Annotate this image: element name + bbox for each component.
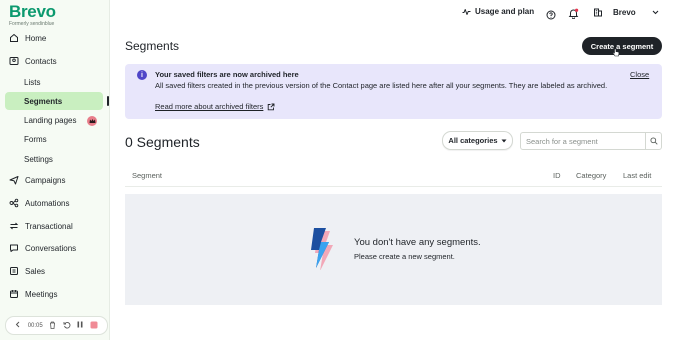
sidebar-item-sales[interactable]: Sales bbox=[0, 262, 104, 280]
pause-icon[interactable] bbox=[77, 321, 83, 330]
sidebar-item-label: Contacts bbox=[25, 56, 57, 66]
sidebar-item-forms[interactable]: Forms bbox=[0, 130, 104, 148]
trash-icon[interactable] bbox=[49, 321, 56, 331]
sidebar-item-lists[interactable]: Lists bbox=[0, 73, 104, 91]
info-icon: i bbox=[137, 70, 147, 80]
recording-toolbar: 00:05 bbox=[5, 316, 108, 335]
home-icon bbox=[9, 33, 19, 43]
empty-state-subtitle: Please create a new segment. bbox=[354, 252, 455, 261]
sidebar-item-label: Campaigns bbox=[25, 175, 66, 185]
banner-title: Your saved filters are now archived here bbox=[155, 70, 299, 79]
external-link-icon bbox=[268, 103, 275, 110]
column-header-category[interactable]: Category bbox=[576, 171, 606, 180]
building-icon bbox=[594, 8, 602, 17]
banner-body: All saved filters created in the previou… bbox=[155, 81, 608, 90]
sidebar-item-contacts[interactable]: Contacts bbox=[0, 52, 104, 70]
create-segment-button[interactable]: Create a segment bbox=[582, 37, 662, 55]
notifications-bell-icon[interactable] bbox=[568, 6, 579, 24]
sidebar-item-settings[interactable]: Settings bbox=[0, 150, 104, 168]
sidebar-item-label: Home bbox=[25, 33, 47, 43]
crown-icon bbox=[87, 116, 97, 126]
transactional-icon bbox=[9, 221, 19, 231]
sidebar-item-label: Forms bbox=[24, 134, 47, 144]
link-label: Read more about archived filters bbox=[155, 102, 264, 111]
send-icon bbox=[9, 175, 19, 185]
column-header-id[interactable]: ID bbox=[553, 171, 561, 180]
sidebar-item-segments[interactable]: Segments bbox=[5, 92, 103, 110]
usage-label: Usage and plan bbox=[475, 7, 535, 16]
restart-icon[interactable] bbox=[63, 321, 71, 331]
sidebar-item-label: Meetings bbox=[25, 289, 58, 299]
active-indicator bbox=[107, 96, 109, 106]
contacts-icon bbox=[9, 56, 19, 66]
chat-icon bbox=[9, 243, 19, 253]
segment-search bbox=[520, 132, 662, 150]
sidebar-item-label: Conversations bbox=[25, 243, 77, 253]
sales-icon bbox=[9, 266, 19, 276]
category-label: All categories bbox=[448, 136, 498, 145]
organization-menu[interactable]: Brevo bbox=[593, 7, 659, 17]
sidebar-item-automations[interactable]: Automations bbox=[0, 194, 104, 212]
sidebar-item-label: Sales bbox=[25, 266, 46, 276]
sidebar-item-label: Segments bbox=[24, 96, 63, 106]
sidebar-item-conversations[interactable]: Conversations bbox=[0, 239, 104, 257]
hand-cursor-icon bbox=[612, 44, 620, 62]
stop-icon[interactable] bbox=[90, 321, 98, 331]
brand-logo[interactable]: Brevo Formerly sendinblue bbox=[9, 2, 56, 28]
archived-filters-link[interactable]: Read more about archived filters bbox=[155, 102, 275, 111]
recording-time: 00:05 bbox=[27, 322, 43, 329]
sidebar-item-label: Lists bbox=[24, 77, 41, 87]
segments-count-title: 0 Segments bbox=[125, 134, 200, 150]
chevron-left-icon[interactable] bbox=[15, 321, 21, 330]
search-icon[interactable] bbox=[645, 133, 661, 149]
sidebar: Brevo Formerly sendinblue Home Contacts … bbox=[0, 0, 110, 340]
calendar-icon bbox=[9, 289, 19, 299]
close-banner-link[interactable]: Close bbox=[630, 70, 649, 79]
sidebar-item-label: Transactional bbox=[25, 221, 73, 231]
caret-down-icon bbox=[501, 139, 507, 142]
page-title: Segments bbox=[125, 39, 180, 53]
column-header-segment[interactable]: Segment bbox=[132, 171, 162, 180]
help-icon[interactable] bbox=[546, 7, 556, 25]
table-divider bbox=[125, 186, 662, 187]
sidebar-item-meetings[interactable]: Meetings bbox=[0, 285, 104, 303]
sidebar-item-label: Landing pages bbox=[24, 115, 77, 125]
archived-filters-banner: i Your saved filters are now archived he… bbox=[125, 64, 662, 119]
sidebar-item-home[interactable]: Home bbox=[0, 29, 104, 47]
usage-and-plan-button[interactable]: Usage and plan bbox=[462, 7, 534, 16]
empty-state: You don't have any segments. Please crea… bbox=[125, 194, 662, 305]
sidebar-item-label: Automations bbox=[25, 198, 70, 208]
empty-state-title: You don't have any segments. bbox=[354, 237, 481, 248]
top-bar: Usage and plan Brevo bbox=[110, 0, 677, 26]
org-name: Brevo bbox=[613, 7, 636, 17]
chevron-down-icon bbox=[652, 10, 659, 14]
sidebar-item-transactional[interactable]: Transactional bbox=[0, 217, 104, 235]
lightning-bolt-icon bbox=[309, 228, 337, 275]
sidebar-item-campaigns[interactable]: Campaigns bbox=[0, 171, 104, 189]
activity-icon bbox=[462, 8, 471, 15]
automation-icon bbox=[9, 198, 19, 208]
brand-subtitle: Formerly sendinblue bbox=[9, 21, 55, 27]
all-categories-dropdown[interactable]: All categories bbox=[442, 131, 513, 150]
brand-name: Brevo bbox=[9, 2, 56, 21]
column-header-last-edit[interactable]: Last edit bbox=[623, 171, 651, 180]
search-input[interactable] bbox=[521, 133, 646, 149]
sidebar-item-label: Settings bbox=[24, 154, 53, 164]
